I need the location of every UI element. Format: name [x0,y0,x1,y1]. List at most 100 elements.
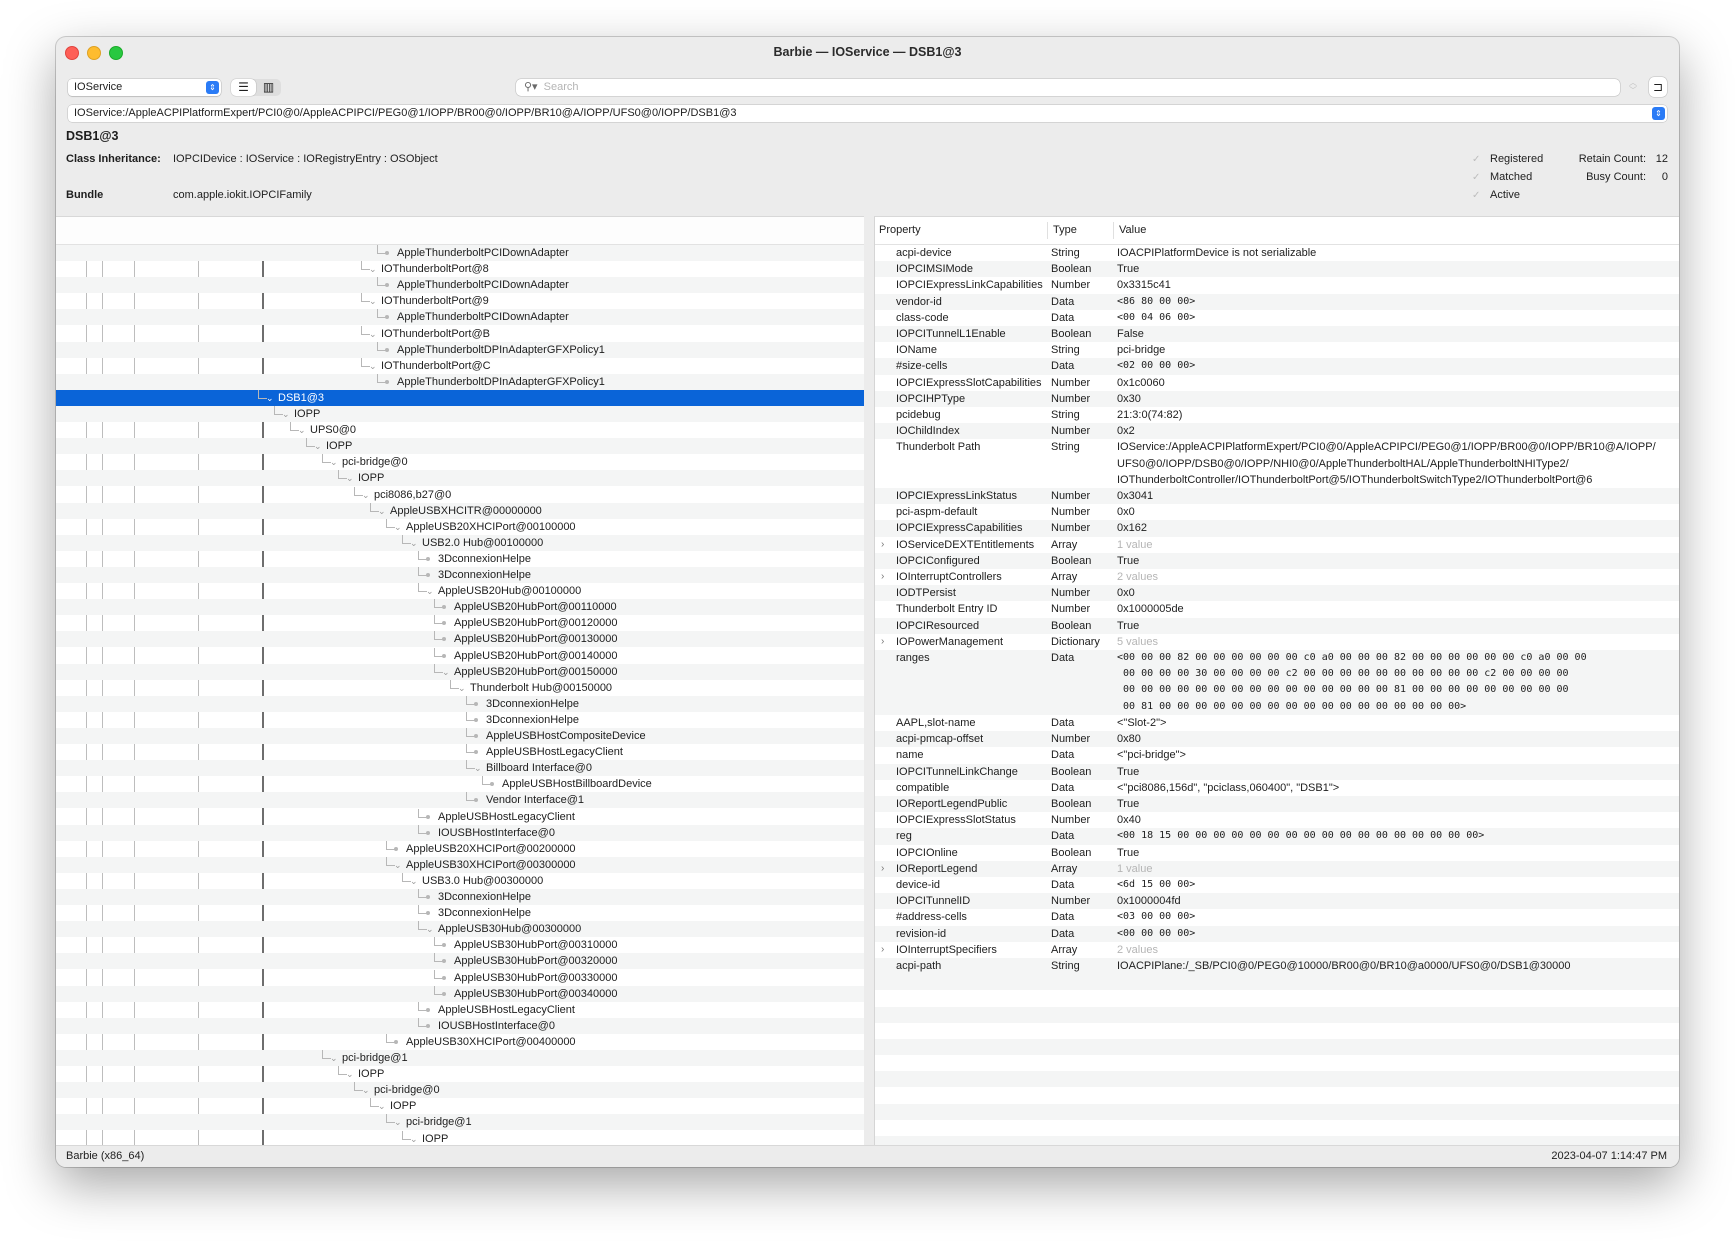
property-row[interactable]: IOPCITunnelL1Enable Boolean False [875,326,1679,343]
property-row[interactable]: vendor-id Data <86 80 00 00> [875,293,1679,310]
tree-node[interactable]: ⌄ AppleUSB20Hub@00100000 [56,583,864,599]
property-row[interactable]: › IOInterruptControllers Array 2 values [875,569,1679,585]
tree-node[interactable]: ⌄ pci-bridge@0 [56,454,864,470]
tree-node[interactable]: ⌄ pci-bridge@1 [56,1114,864,1131]
property-row[interactable]: pci-aspm-default Number 0x0 [875,504,1679,520]
disclosure-chevron-icon[interactable]: ⌄ [410,535,418,551]
tree-node[interactable]: ⌄ IOPP [56,1066,864,1082]
close-button[interactable] [65,46,79,60]
tree-node[interactable]: AppleUSB20XHCIPort@00200000 [56,840,864,857]
property-row[interactable]: IOPCIConfigured Boolean True [875,552,1679,570]
disclosure-chevron-icon[interactable]: ⌄ [330,454,338,470]
tree-node[interactable]: 3DconnexionHelpe [56,695,864,712]
tree-node[interactable]: AppleUSB20HubPort@00110000 [56,599,864,616]
property-row[interactable]: IOPCIExpressSlotCapabilities Number 0x1c00… [875,375,1679,391]
property-row[interactable]: IOPCIExpressLinkStatus Number 0x3041 [875,488,1679,505]
search-stepper-icon[interactable]: ︿ ﹀ [1627,79,1639,96]
tree-node[interactable]: ⌄ IOThunderboltPort@C [56,357,864,374]
tree-node[interactable]: AppleUSBHostCompositeDevice [56,728,864,744]
disclosure-chevron-icon[interactable]: ⌄ [346,1066,354,1082]
tree-node[interactable]: ⌄ IOThunderboltPort@9 [56,293,864,309]
tree-node[interactable]: ⌄ Thunderbolt Hub@00150000 [56,679,864,696]
property-row[interactable]: IOPCIResourced Boolean True [875,617,1679,634]
expand-chevron-icon[interactable]: › [881,537,884,553]
property-row[interactable]: #size-cells Data <02 00 00 00> [875,358,1679,375]
tree-node[interactable]: 3DconnexionHelpe [56,711,864,728]
property-row[interactable]: IOPCIMSIMode Boolean True [875,261,1679,278]
tree-node[interactable]: AppleThunderboltPCIDownAdapter [56,245,864,261]
zoom-button[interactable] [109,46,123,60]
tree-node[interactable]: AppleUSBHostLegacyClient [56,808,864,825]
property-row[interactable]: Thunderbolt Path String IOService:/AppleAC… [875,439,1679,488]
disclosure-chevron-icon[interactable]: ⌄ [442,664,450,680]
tree-node[interactable]: 3DconnexionHelpe [56,567,864,583]
tree-node[interactable]: ⌄ USB3.0 Hub@00300000 [56,872,864,889]
property-row[interactable]: pcidebug String 21:3:0(74:82) [875,407,1679,423]
property-row[interactable]: AAPL,slot-name Data <"Slot-2"> [875,715,1679,731]
tree-node[interactable]: ⌄ AppleUSBXHCITR@00000000 [56,502,864,519]
tree-node[interactable]: AppleUSB30HubPort@00320000 [56,953,864,970]
tree-node[interactable]: IOUSBHostInterface@0 [56,824,864,841]
tree-node[interactable]: 3DconnexionHelpe [56,905,864,921]
registry-path-field[interactable]: IOService:/AppleACPIPlatformExpert/PCI0@… [68,105,1667,122]
tree-node[interactable]: ⌄ IOPP [56,406,864,422]
property-row[interactable]: › IOInterruptSpecifiers Array 2 values [875,942,1679,958]
property-row[interactable]: acpi-path String IOACPIPlane:/_SB/PCI0@0/P… [875,957,1679,975]
disclosure-chevron-icon[interactable]: ⌄ [426,921,434,937]
property-row[interactable]: IOPCIHPType Number 0x30 [875,390,1679,408]
tree-node[interactable]: AppleThunderboltPCIDownAdapter [56,277,864,294]
expand-chevron-icon[interactable]: › [881,861,884,877]
tree-node[interactable]: ⌄ Billboard Interface@0 [56,760,864,777]
tree-node[interactable]: AppleUSB30HubPort@00340000 [56,985,864,1002]
property-row[interactable]: acpi-pmcap-offset Number 0x80 [875,731,1679,748]
property-row[interactable]: IOPCIExpressLinkCapabilities Number 0x3315… [875,277,1679,293]
list-view-icon[interactable]: ☰ [231,79,256,96]
property-row[interactable]: #address-cells Data <03 00 00 00> [875,909,1679,925]
property-row[interactable]: device-id Data <6d 15 00 00> [875,877,1679,893]
property-row[interactable]: Thunderbolt Entry ID Number 0x1000005de [875,601,1679,617]
property-row[interactable]: compatible Data <"pci8086,156d", "pciclass… [875,780,1679,796]
tree-node[interactable]: AppleUSB30HubPort@00330000 [56,969,864,986]
disclosure-chevron-icon[interactable]: ⌄ [282,406,290,422]
minimize-button[interactable] [87,46,101,60]
tree-node[interactable]: ⌄ IOThunderboltPort@B [56,325,864,342]
property-row[interactable]: IOReportLegendPublic Boolean True [875,795,1679,813]
tree-node[interactable]: AppleUSB20HubPort@00130000 [56,631,864,648]
property-row[interactable]: IOPCIOnline Boolean True [875,845,1679,861]
tree-node[interactable]: AppleUSBHostBillboardDevice [56,776,864,792]
inspector-toggle-icon[interactable]: ⊐ [1649,77,1667,97]
search-field[interactable]: ⚲▾ Search [516,79,1620,96]
tree-node[interactable]: ⌄ pci8086,b27@0 [56,486,864,503]
tree-node[interactable]: ⌄ UPS0@0 [56,422,864,438]
tree-node[interactable]: Vendor Interface@1 [56,792,864,809]
property-row[interactable]: IOName String pci-bridge [875,342,1679,358]
property-row[interactable]: ranges Data <00 00 00 82 00 00 00 00 00 00… [875,650,1679,715]
tree-node[interactable]: ⌄ IOPP [56,1098,864,1114]
disclosure-chevron-icon[interactable]: ⌄ [369,326,377,342]
tree-node[interactable]: AppleThunderboltPCIDownAdapter [56,309,864,326]
tree-node[interactable]: ⌄ AppleUSB30XHCIPort@00300000 [56,856,864,873]
property-row[interactable]: IOPCIExpressSlotStatus Number 0x40 [875,812,1679,828]
tree-node[interactable]: AppleUSBHostLegacyClient [56,744,864,760]
tree-node[interactable]: ⌄ IOThunderboltPort@8 [56,261,864,277]
disclosure-chevron-icon[interactable]: ⌄ [266,390,274,406]
tree-node[interactable]: AppleUSB20HubPort@00120000 [56,615,864,631]
tree-node[interactable]: ⌄ AppleUSB30Hub@00300000 [56,921,864,938]
expand-chevron-icon[interactable]: › [881,569,884,585]
column-header-value[interactable]: Value [1119,224,1146,236]
property-row[interactable]: revision-id Data <00 00 00 00> [875,925,1679,942]
property-row[interactable]: › IOPowerManagement Dictionary 5 values [875,634,1679,650]
disclosure-chevron-icon[interactable]: ⌄ [394,857,402,873]
disclosure-chevron-icon[interactable]: ⌄ [474,760,482,776]
split-view-divider[interactable] [864,216,874,1146]
property-row[interactable]: IOPCIExpressCapabilities Number 0x162 [875,520,1679,537]
tree-node[interactable]: ⌄ IOPP [56,438,864,455]
column-header-property[interactable]: Property [879,224,921,236]
column-view-icon[interactable]: ▥ [256,79,281,96]
property-row[interactable]: › IOServiceDEXTEntitlements Array 1 value [875,537,1679,553]
property-row[interactable]: IOChildIndex Number 0x2 [875,423,1679,440]
registry-tree-pane[interactable]: AppleThunderboltPCIDownAdapter ⌄ IOThunder… [56,216,864,1147]
property-row[interactable]: acpi-device String IOACPIPlatformDevice is… [875,245,1679,261]
disclosure-chevron-icon[interactable]: ⌄ [330,1050,338,1066]
tree-node[interactable]: IOUSBHostInterface@0 [56,1017,864,1034]
